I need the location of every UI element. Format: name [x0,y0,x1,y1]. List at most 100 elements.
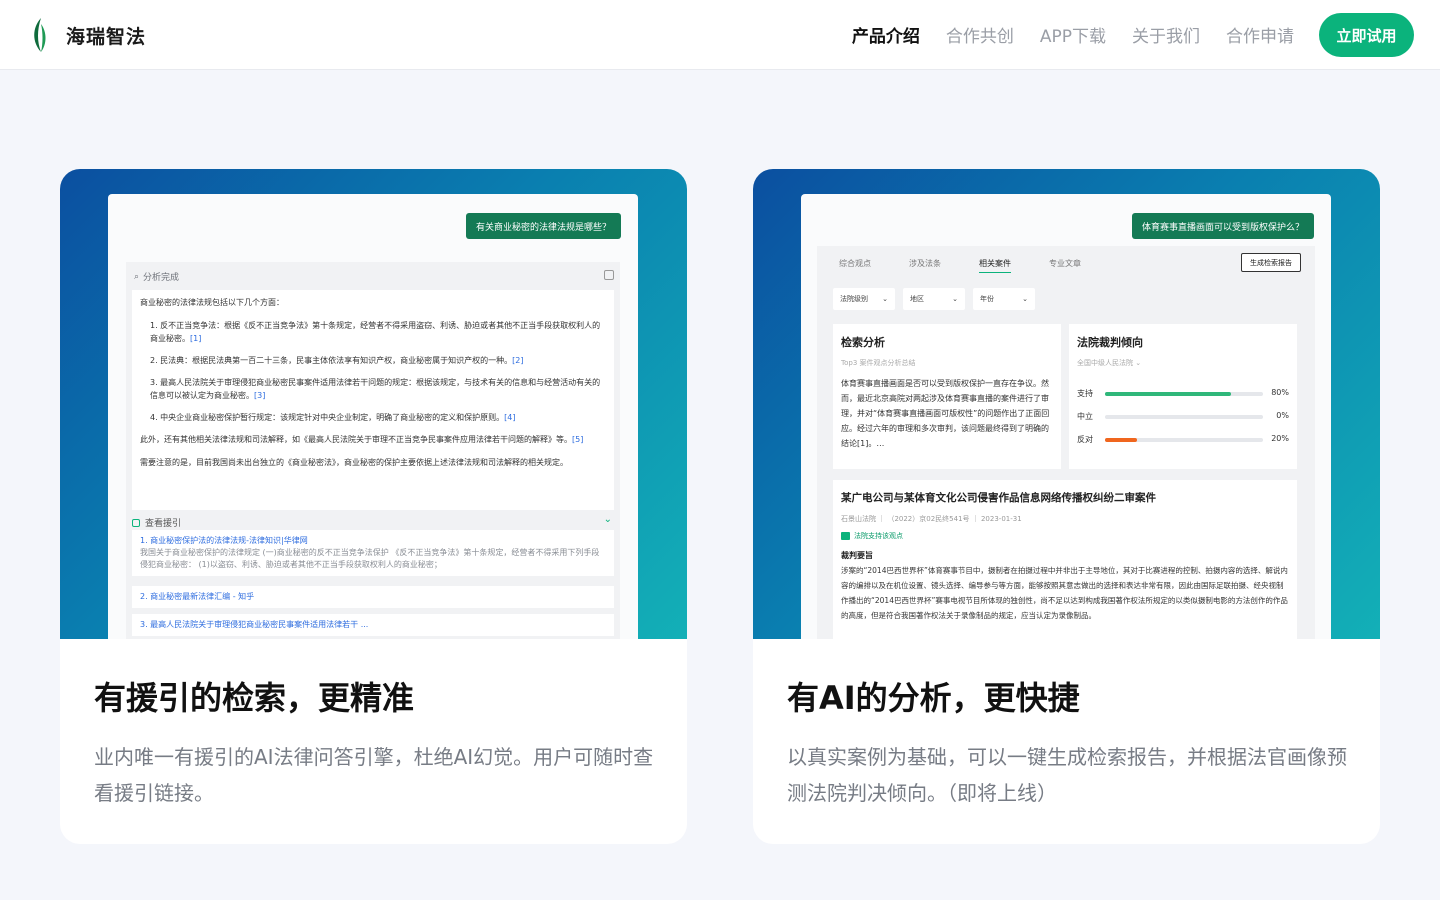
citations-icon [132,518,140,527]
citation-ref: [3] [254,391,266,400]
nav-item-product[interactable]: 产品介绍 [852,22,920,47]
mock-chat-window: 有关商业秘密的法律法规是哪些？ ⌕ 分析完成 商业秘密的法律法规包括以下几个方面… [108,194,638,639]
main-menu: 产品介绍 合作共创 APP下载 关于我们 合作申请 [852,22,1294,47]
brand-name: 海瑞智法 [66,25,147,48]
nav-item-cocreate[interactable]: 合作共创 [946,22,1014,47]
case-text: 涉案的“2014巴西世界杯”体育赛事节目中，摄制者在拍摄过程中并非出于主导地位，… [841,566,1288,620]
generate-report-button: 生成检索报告 [1241,253,1301,272]
filter-year: 年份 ⌄ [973,288,1035,310]
search-analysis-pane: 检索分析 Top3 案件观点分析总结 体育赛事直播画面是否可以受到版权保护一直存… [833,324,1061,469]
pane-subtitle-label: 全国中级人民法院 [1077,359,1133,367]
answer-point-text: 2. 民法典：根据民法典第一百二十三条，民事主体依法享有知识产权，商业秘密属于知… [150,356,513,365]
filter-label: 年份 [980,295,994,303]
thumbs-up-icon [841,532,850,540]
citation-title: 2. 商业秘密最新法律汇编 - 知乎 [140,592,255,601]
citation-ref: [2] [512,356,524,365]
answer-point: 1. 反不正当竞争法：根据《反不正当竞争法》第十条规定，经营者不得采用盗窃、利诱… [140,319,606,345]
citation-item: 2. 商业秘密最新法律汇编 - 知乎 [132,586,614,608]
bar-track [1105,392,1263,396]
filter-label: 地区 [910,295,924,303]
chevron-down-icon: ⌄ [1135,359,1142,367]
answer-note: 需要注意的是，目前我国尚未出台独立的《商业秘密法》，商业秘密的保护主要依据上述法… [140,458,568,467]
citation-item: 1. 商业秘密保护法的法律法规-法律知识|华律网 我国关于商业秘密保护的法律规定… [132,530,614,576]
search-icon: ⌕ [134,271,140,282]
mock-question-bubble: 体育赛事直播画面可以受到版权保护么？ [1131,213,1314,239]
mock-filters: 法院级别 ⌄ 地区 ⌄ 年份 ⌄ [833,288,1035,310]
nav-item-about[interactable]: 关于我们 [1132,22,1200,47]
mock-answer-body: 商业秘密的法律法规包括以下几个方面： 1. 反不正当竞争法：根据《反不正当竞争法… [132,290,614,510]
bar-value: 0% [1276,411,1289,420]
court-tendency-pane: 法院裁判倾向 全国中级人民法院 ⌄ 支持 80% 中立 0% 反对 20% [1069,324,1297,469]
mock-answer-panel: ⌕ 分析完成 商业秘密的法律法规包括以下几个方面： 1. 反不正当竞争法：根据《… [126,262,620,639]
nav-item-app-download[interactable]: APP下载 [1040,22,1106,47]
pane-title: 法院裁判倾向 [1077,336,1143,349]
answer-point-text: 4. 中央企业商业秘密保护暂行规定：该规定针对中央企业制定，明确了商业秘密的定义… [150,413,505,422]
copy-icon [604,270,614,280]
answer-extra-text: 此外，还有其他相关法律法规和司法解释，如《最高人民法院关于审理不正当竞争民事案件… [140,435,572,444]
brand-logo[interactable]: 海瑞智法 [28,16,146,54]
answer-extra: 此外，还有其他相关法律法规和司法解释，如《最高人民法院关于审理不正当竞争民事案件… [140,433,606,446]
tab-overview: 综合观点 [839,259,871,268]
feature-card-ai-analysis: 体育赛事直播画面可以受到版权保护么？ 综合观点 涉及法条 相关案件 专业文章 生… [753,169,1380,844]
citation-ref: [1] [190,334,202,343]
analysis-status: ⌕ 分析完成 [134,270,180,284]
card-description: 业内唯一有援引的AI法律问答引擎，杜绝AI幻觉。用户可随时查看援引链接。 [94,745,654,805]
card-hero-image: 体育赛事直播画面可以受到版权保护么？ 综合观点 涉及法条 相关案件 专业文章 生… [753,169,1380,639]
answer-point-text: 3. 最高人民法院关于审理侵犯商业秘密民事案件适用法律若干问题的规定：根据该规定… [150,378,601,400]
answer-point-text: 1. 反不正当竞争法：根据《反不正当竞争法》第十条规定，经营者不得采用盗窃、利诱… [150,321,601,343]
bar-fill [1105,438,1137,442]
citation-ref: [5] [572,435,584,444]
top-navbar: 海瑞智法 产品介绍 合作共创 APP下载 关于我们 合作申请 立即试用 [0,0,1440,70]
case-title: 某广电公司与某体育文化公司侵害作品信息网络传播权纠纷二审案件 [841,492,1156,504]
case-card: 某广电公司与某体育文化公司侵害作品信息网络传播权纠纷二审案件 石景山法院 ｜ （… [833,480,1297,639]
bar-label: 中立 [1077,412,1093,421]
case-badge: 法院支持该观点 [841,531,1289,541]
chevron-down-icon: ⌄ [1022,295,1028,303]
citation-snippet: 我国关于商业秘密保护的法律规定 (一)商业秘密的反不正当竞争法保护 《反不正当竞… [140,548,600,569]
citation-ref: [4] [504,413,516,422]
citation-item: 3. 最高人民法院关于审理侵犯商业秘密民事案件适用法律若干 ... [132,614,614,636]
chevron-down-icon: ⌄ [952,295,958,303]
mock-tabs: 综合观点 涉及法条 相关案件 专业文章 [839,258,1081,273]
answer-point: 4. 中央企业商业秘密保护暂行规定：该规定针对中央企业制定，明确了商业秘密的定义… [140,411,606,424]
nav-item-apply[interactable]: 合作申请 [1226,22,1294,47]
try-now-button[interactable]: 立即试用 [1319,13,1414,57]
bar-fill [1105,392,1232,396]
citation-title: 3. 最高人民法院关于审理侵犯商业秘密民事案件适用法律若干 ... [140,620,369,629]
pane-text: 体育赛事直播画面是否可以受到版权保护一直存在争议。然而，最近北京高院对两起涉及体… [841,379,1050,448]
answer-point: 3. 最高人民法院关于审理侵犯商业秘密民事案件适用法律若干问题的规定：根据该规定… [140,376,606,402]
chevron-down-icon: ⌄ [882,295,888,303]
answer-point: 2. 民法典：根据民法典第一百二十三条，民事主体依法享有知识产权，商业秘密属于知… [140,354,606,367]
pane-subtitle: 全国中级人民法院 ⌄ [1077,358,1289,368]
citations-label: 查看援引 [145,519,182,529]
bar-label: 支持 [1077,389,1093,398]
filter-region: 地区 ⌄ [903,288,965,310]
feature-card-citation-search: 有关商业秘密的法律法规是哪些？ ⌕ 分析完成 商业秘密的法律法规包括以下几个方面… [60,169,687,844]
tab-statutes: 涉及法条 [909,259,941,268]
bar-track [1105,415,1263,419]
case-section-title: 裁判要旨 [841,551,873,560]
bar-value: 20% [1271,434,1289,443]
citation-title: 1. 商业秘密保护法的法律法规-法律知识|华律网 [140,536,308,545]
card-title: 有援引的检索，更精准 [94,679,415,717]
analysis-status-label: 分析完成 [143,273,180,283]
chevron-down-icon: ⌄ [603,514,612,525]
tab-related-cases: 相关案件 [979,258,1011,273]
mock-question-bubble: 有关商业秘密的法律法规是哪些？ [465,213,621,239]
card-hero-image: 有关商业秘密的法律法规是哪些？ ⌕ 分析完成 商业秘密的法律法规包括以下几个方面… [60,169,687,639]
case-badge-label: 法院支持该观点 [854,532,903,540]
bar-track [1105,438,1263,442]
pane-subtitle: Top3 案件观点分析总结 [841,359,916,367]
citations-header: 查看援引 [132,516,181,529]
card-title: 有AI的分析，更快捷 [787,679,1080,717]
mock-analysis-window: 体育赛事直播画面可以受到版权保护么？ 综合观点 涉及法条 相关案件 专业文章 生… [801,194,1331,639]
bar-value: 80% [1271,388,1289,397]
filter-court-level: 法院级别 ⌄ [833,288,895,310]
leaf-logo-icon [34,18,46,52]
mock-analysis-panel: 综合观点 涉及法条 相关案件 专业文章 生成检索报告 法院级别 ⌄ 地区 ⌄ 年份 ⌄… [817,246,1315,639]
filter-label: 法院级别 [840,295,868,303]
tab-articles: 专业文章 [1049,259,1081,268]
pane-title: 检索分析 [841,336,885,349]
bar-label: 反对 [1077,435,1093,444]
answer-intro: 商业秘密的法律法规包括以下几个方面： [140,298,284,307]
